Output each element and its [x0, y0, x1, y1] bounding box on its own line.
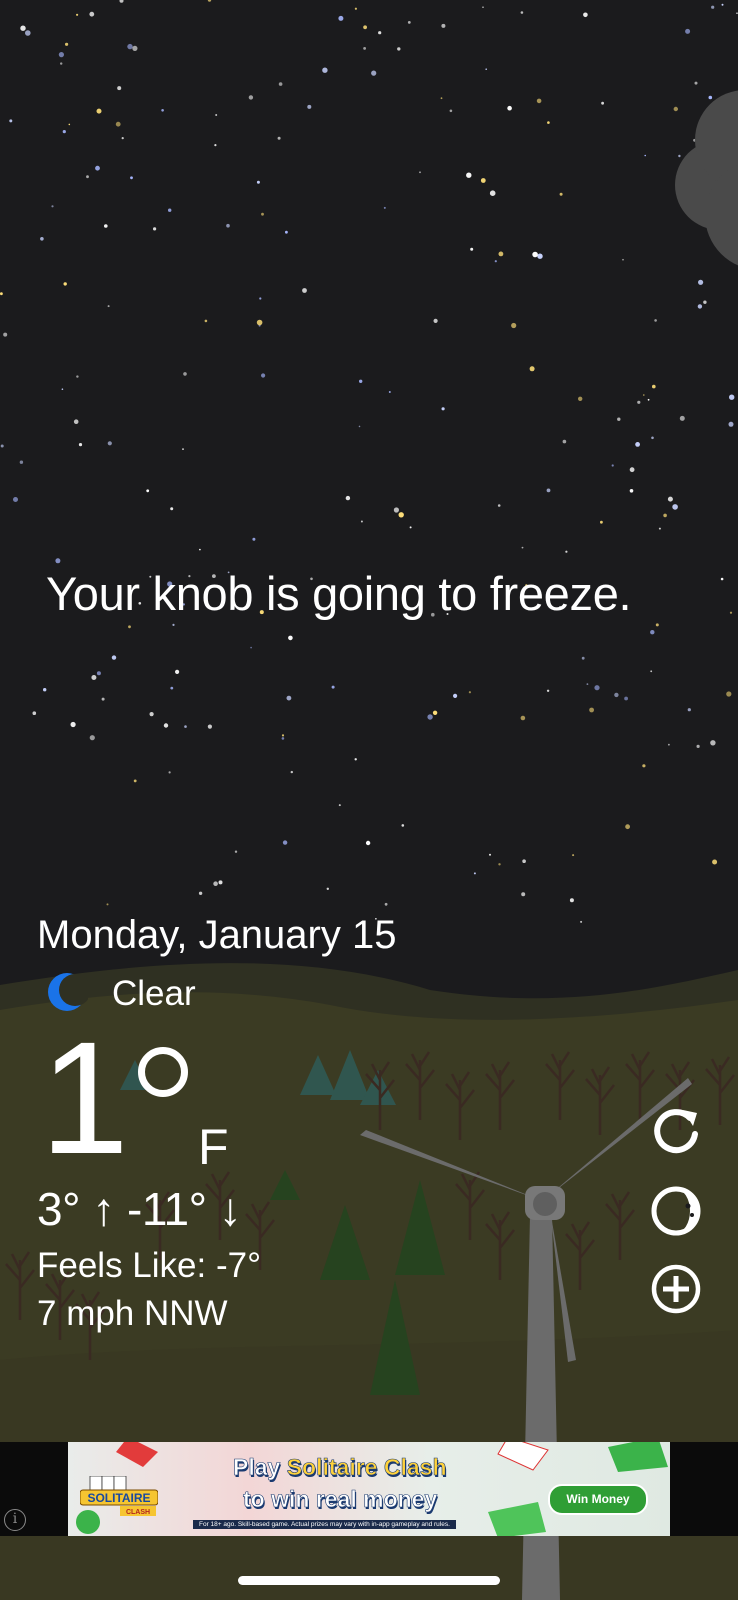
- svg-text:SOLITAIRE: SOLITAIRE: [87, 1491, 150, 1505]
- svg-text:CLASH: CLASH: [126, 1509, 150, 1516]
- add-location-icon[interactable]: [649, 1262, 703, 1316]
- degree-symbol: [138, 1047, 188, 1097]
- feels-like: Feels Like: -7°: [37, 1246, 262, 1285]
- refresh-icon[interactable]: [649, 1104, 703, 1158]
- ad-banner[interactable]: SOLITAIRE CLASH Play Solitaire Clash to …: [0, 1442, 738, 1536]
- moon-phase-icon[interactable]: [649, 1184, 703, 1238]
- ad-cta-button[interactable]: Win Money: [548, 1484, 648, 1515]
- moon-icon: [48, 973, 88, 1011]
- weather-scene-background: [0, 0, 738, 1600]
- current-date: Monday, January 15: [37, 913, 397, 957]
- weather-condition: Clear: [112, 974, 196, 1013]
- temperature-unit: F: [198, 1119, 229, 1175]
- ad-creative[interactable]: SOLITAIRE CLASH Play Solitaire Clash to …: [68, 1442, 670, 1536]
- home-indicator: [238, 1576, 500, 1585]
- current-temperature: 1: [40, 1008, 129, 1187]
- high-low-temperature: 3° ↑ -11° ↓: [37, 1183, 242, 1235]
- ad-fine-print: For 18+ ago. Skill-based game. Actual pr…: [193, 1520, 456, 1529]
- wind-speed: 7 mph NNW: [37, 1294, 228, 1333]
- solitaire-clash-logo: SOLITAIRE CLASH: [80, 1476, 158, 1516]
- ad-headline: Play Solitaire Clash: [233, 1454, 447, 1481]
- forecast-tagline: Your knob is going to freeze.: [46, 567, 632, 620]
- ad-info-icon[interactable]: i: [4, 1509, 26, 1531]
- ad-headline-line2: to win real money: [243, 1486, 438, 1513]
